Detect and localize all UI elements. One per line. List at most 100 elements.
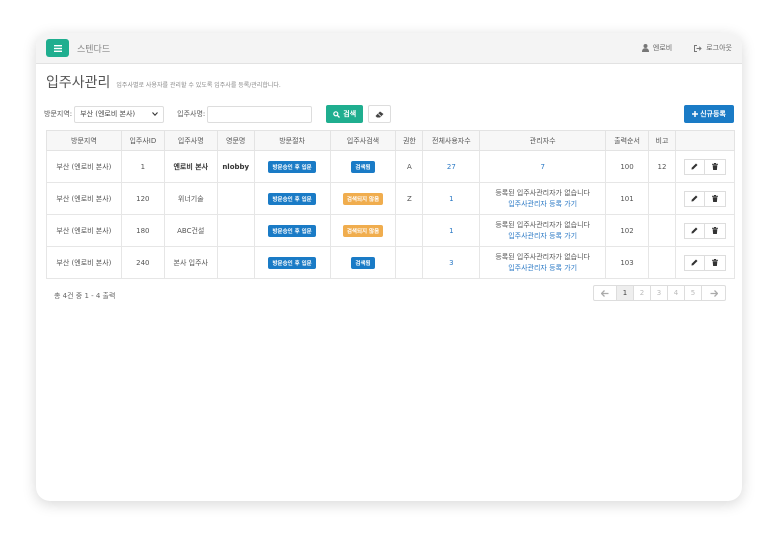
col-header[interactable]: 영문명 xyxy=(216,130,255,151)
col-header[interactable]: 권한 xyxy=(395,130,424,151)
user-name: 엔로비 xyxy=(652,44,673,52)
table-row: 부산 (엔로비 본사) 120 위너기술 방문승인 후 입문 검색되지 않음 Z… xyxy=(46,182,736,215)
table-header-row: 방문지역 입주사ID 입주사명 영문명 방문절차 입주사검색 권한 전체사용자수… xyxy=(46,130,736,151)
delete-button[interactable] xyxy=(704,254,726,271)
delete-button[interactable] xyxy=(704,158,726,175)
logout-link[interactable]: 로그아웃 xyxy=(694,43,732,53)
pager-prev-button[interactable] xyxy=(593,285,617,301)
cell-users-link[interactable]: 3 xyxy=(422,246,481,279)
cell-eng-name: nlobby xyxy=(216,150,255,183)
row-actions xyxy=(683,254,726,271)
procedure-badge: 방문승인 후 입문 xyxy=(268,192,316,205)
tenant-name-input[interactable] xyxy=(207,105,313,123)
table-row: 부산 (엔로비 본사) 240 본사 입주사 방문승인 후 입문 검색됨 3 등… xyxy=(46,246,736,279)
cell-auth: Z xyxy=(395,182,424,215)
cell-order: 102 xyxy=(605,214,649,247)
edit-button[interactable] xyxy=(683,254,705,271)
col-header[interactable]: 방문지역 xyxy=(46,130,122,151)
cell-users-link[interactable]: 27 xyxy=(422,150,481,183)
pager-page-1[interactable]: 1 xyxy=(617,285,634,301)
cell-id: 240 xyxy=(120,246,165,279)
row-actions xyxy=(683,190,726,207)
cell-users-link[interactable]: 1 xyxy=(422,182,481,215)
page-description: 입주사별로 사용자를 관리할 수 있도록 입주사를 등록/관리합니다. xyxy=(116,82,281,89)
no-admin-message: 등록된 입주사관리자가 없습니다 xyxy=(495,220,590,229)
cell-name: 위너기술 xyxy=(163,182,218,215)
pager-page-4[interactable]: 4 xyxy=(668,285,685,301)
edit-button[interactable] xyxy=(683,190,705,207)
cell-note xyxy=(647,182,676,215)
brand-name: 스텐다드 xyxy=(77,44,111,55)
cell-admins: 등록된 입주사관리자가 없습니다 입주사관리자 등록 가기 xyxy=(479,246,607,279)
trash-icon xyxy=(711,259,718,266)
cell-id: 1 xyxy=(120,150,165,183)
procedure-badge: 방문승인 후 입문 xyxy=(268,224,316,237)
edit-button[interactable] xyxy=(683,222,705,239)
app-window: 스텐다드 엔로비 로그아웃 입주사관리 입주사별로 사용자를 관리할 수 있도록… xyxy=(36,33,742,501)
register-admin-link[interactable]: 입주사관리자 등록 가기 xyxy=(480,263,605,274)
user-menu[interactable]: 엔로비 xyxy=(641,43,673,53)
cell-region: 부산 (엔로비 본사) xyxy=(46,182,122,215)
cell-order: 103 xyxy=(605,246,649,279)
cell-procedure: 방문승인 후 입문 xyxy=(253,246,331,279)
cell-procedure: 방문승인 후 입문 xyxy=(253,150,331,183)
col-header[interactable]: 방문절차 xyxy=(253,130,331,151)
top-bar: 스텐다드 엔로비 로그아웃 xyxy=(36,33,742,64)
trash-icon xyxy=(711,163,718,170)
col-header[interactable]: 출력순서 xyxy=(605,130,649,151)
pager-page-3[interactable]: 3 xyxy=(651,285,668,301)
col-header[interactable]: 입주사검색 xyxy=(329,130,397,151)
row-actions xyxy=(683,158,726,175)
tenant-label: 입주사명: xyxy=(177,110,206,118)
result-summary: 총 4건 중 1 - 4 출력 xyxy=(54,292,116,300)
edit-button[interactable] xyxy=(683,158,705,175)
col-header[interactable]: 입주사명 xyxy=(163,130,218,151)
col-header[interactable]: 관리자수 xyxy=(479,130,607,151)
col-header[interactable]: 전체사용자수 xyxy=(422,130,481,151)
cell-actions xyxy=(674,150,736,183)
cell-admins: 등록된 입주사관리자가 없습니다 입주사관리자 등록 가기 xyxy=(479,182,607,215)
plus-icon xyxy=(692,111,699,117)
cell-eng-name xyxy=(216,182,255,215)
pager-page-2[interactable]: 2 xyxy=(634,285,651,301)
topbar-right: 엔로비 로그아웃 xyxy=(641,43,732,53)
row-actions xyxy=(683,222,726,239)
pager-page-5[interactable]: 5 xyxy=(685,285,702,301)
menu-button[interactable] xyxy=(46,39,69,57)
cell-auth xyxy=(395,246,424,279)
register-admin-link[interactable]: 입주사관리자 등록 가기 xyxy=(480,199,605,210)
region-label: 방문지역: xyxy=(44,110,73,118)
cell-name: 엔로비 본사 xyxy=(163,150,218,183)
new-register-button[interactable]: 신규등록 xyxy=(684,105,734,123)
cell-note xyxy=(647,214,676,247)
search-status-badge: 검색됨 xyxy=(351,256,375,269)
delete-button[interactable] xyxy=(704,190,726,207)
cell-users-link[interactable]: 1 xyxy=(422,214,481,247)
cell-name: 본사 입주사 xyxy=(163,246,218,279)
pencil-icon xyxy=(691,227,698,234)
cell-note xyxy=(647,246,676,279)
user-icon xyxy=(641,44,649,52)
arrow-right-icon xyxy=(710,289,718,297)
cell-search: 검색되지 않음 xyxy=(329,182,397,215)
cell-id: 180 xyxy=(120,214,165,247)
clear-button[interactable] xyxy=(368,105,392,123)
delete-button[interactable] xyxy=(704,222,726,239)
col-header[interactable]: 비고 xyxy=(647,130,676,151)
search-button[interactable]: 검색 xyxy=(326,105,364,123)
menu-icon xyxy=(53,44,62,52)
page-header: 입주사관리 입주사별로 사용자를 관리할 수 있도록 입주사를 등록/관리합니다… xyxy=(36,64,742,92)
region-select[interactable]: 부산 (엔로비 본사) xyxy=(74,105,165,123)
register-admin-link[interactable]: 입주사관리자 등록 가기 xyxy=(480,231,605,242)
pager-next-button[interactable] xyxy=(702,285,726,301)
eraser-icon xyxy=(375,111,384,117)
pencil-icon xyxy=(691,259,698,266)
pagination: 1 2 3 4 5 xyxy=(593,285,726,301)
cell-admins-link[interactable]: 7 xyxy=(479,150,607,183)
cell-eng-name xyxy=(216,214,255,247)
col-header[interactable]: 입주사ID xyxy=(120,130,165,151)
cell-id: 120 xyxy=(120,182,165,215)
search-icon xyxy=(333,110,341,118)
filter-bar: 방문지역: 부산 (엔로비 본사) 입주사명: 검색 신규등록 xyxy=(36,105,742,123)
tenant-table: 방문지역 입주사ID 입주사명 영문명 방문절차 입주사검색 권한 전체사용자수… xyxy=(46,130,736,279)
